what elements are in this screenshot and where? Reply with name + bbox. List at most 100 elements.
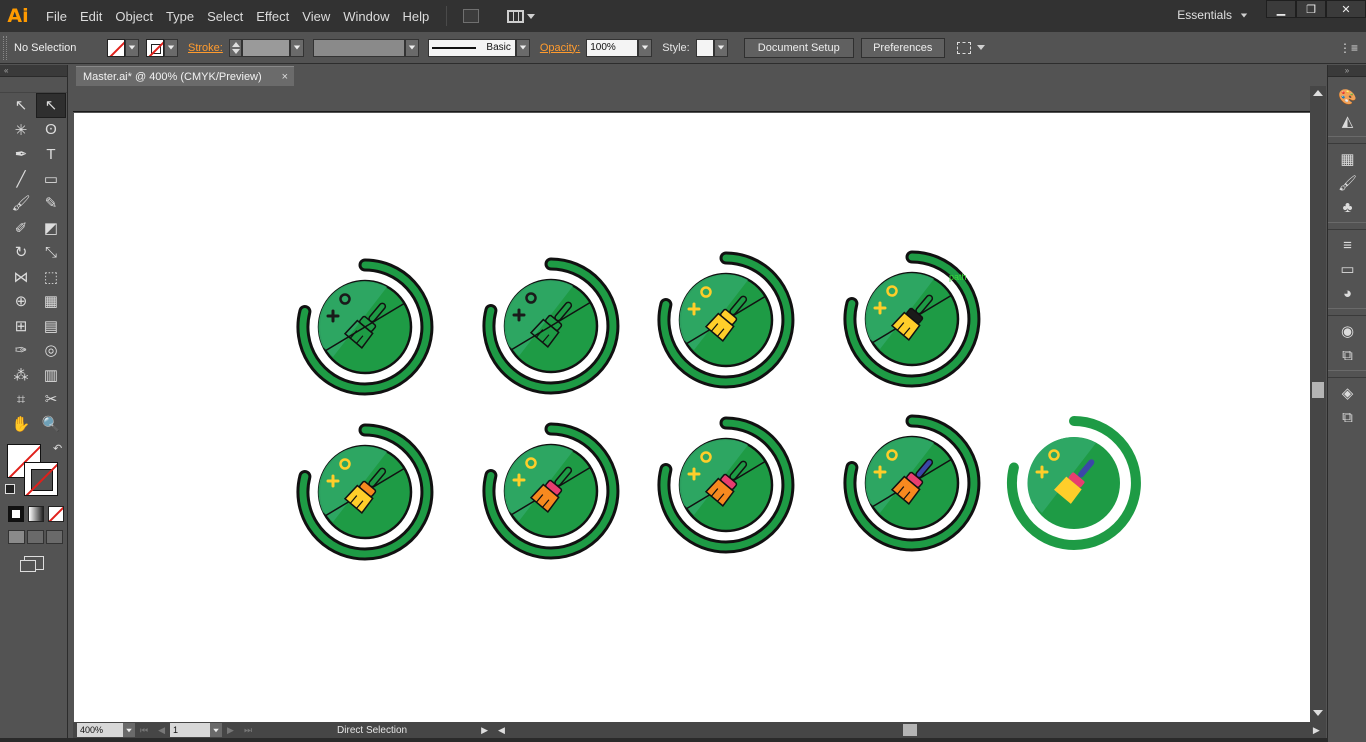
zoom-field[interactable]: 400% <box>77 723 123 737</box>
opacity-field[interactable]: 100% <box>586 38 639 57</box>
brush-definition-dropdown[interactable] <box>515 38 530 57</box>
stroke-label[interactable]: Stroke: <box>188 42 223 54</box>
blend-tool[interactable]: ◎ <box>36 338 66 363</box>
graphic-style-swatch[interactable] <box>695 38 714 57</box>
lasso-tool[interactable]: ʘ <box>36 118 66 143</box>
direct-selection-tool[interactable]: ↖ <box>36 93 66 118</box>
icon-step-5[interactable] <box>296 423 434 561</box>
rotate-tool[interactable]: ↻ <box>6 240 36 265</box>
stroke-dropdown[interactable] <box>164 38 178 57</box>
last-artboard-icon[interactable]: ⏭ <box>244 725 252 736</box>
artboard-dropdown[interactable] <box>210 723 223 737</box>
close-tab-icon[interactable]: × <box>282 71 288 83</box>
horizontal-scrollbar[interactable] <box>508 723 1309 737</box>
gradient-mode-button[interactable] <box>28 506 44 522</box>
perspective-grid-tool[interactable]: ▦ <box>36 289 66 314</box>
pen-tool[interactable]: ✒ <box>6 142 36 167</box>
draw-behind-button[interactable] <box>27 530 44 544</box>
appearance-icon[interactable]: ◉ <box>1328 319 1366 343</box>
dock-collapse[interactable]: » <box>1328 65 1366 77</box>
none-mode-button[interactable] <box>48 506 64 522</box>
layers-icon[interactable]: ◈ <box>1328 381 1366 405</box>
draw-normal-button[interactable] <box>8 530 25 544</box>
control-bar-grip[interactable] <box>3 35 7 60</box>
paintbrush-tool[interactable]: 🖌 <box>6 191 36 216</box>
minimize-button[interactable]: ▁ <box>1266 0 1296 18</box>
restore-button[interactable]: ❐ <box>1296 0 1326 18</box>
icon-final[interactable] <box>1006 416 1141 550</box>
preferences-button[interactable]: Preferences <box>860 37 945 58</box>
scroll-left-icon[interactable]: ◀ <box>498 725 505 736</box>
status-menu-arrow-icon[interactable]: ▶ <box>481 725 488 736</box>
menu-view[interactable]: View <box>302 9 341 24</box>
color-palette-icon[interactable]: 🎨 <box>1328 85 1366 109</box>
icon-step-3[interactable] <box>657 251 795 389</box>
workspace-switcher[interactable]: Essentials <box>1177 8 1248 22</box>
tools-panel-collapse[interactable]: « <box>0 65 67 77</box>
transparency-icon[interactable]: ◕ <box>1328 281 1366 305</box>
swatches-icon[interactable]: ▦ <box>1328 147 1366 171</box>
menu-effect[interactable]: Effect <box>256 9 300 24</box>
scroll-right-icon[interactable]: ▶ <box>1313 725 1320 736</box>
free-transform-tool[interactable]: ⬚ <box>36 265 66 290</box>
stroke-swatch[interactable] <box>146 38 164 57</box>
variable-width-profile[interactable] <box>312 38 405 57</box>
swap-fill-stroke-icon[interactable]: ↶ <box>53 442 62 455</box>
graphic-style-dropdown[interactable] <box>713 38 728 57</box>
current-tool-status[interactable]: Direct Selection <box>269 725 475 736</box>
screen-mode-icon[interactable] <box>20 556 44 572</box>
hand-tool[interactable]: ✋ <box>6 412 36 437</box>
gradient-icon[interactable]: ▭ <box>1328 257 1366 281</box>
column-graph-tool[interactable]: ▥ <box>36 363 66 388</box>
scroll-down-icon[interactable] <box>1313 710 1323 716</box>
brush-definition-field[interactable]: Basic <box>427 38 516 57</box>
gradient-tool[interactable]: ▤ <box>36 314 66 339</box>
fill-swatch[interactable] <box>107 38 125 57</box>
slice-tool[interactable]: ✂ <box>36 387 66 412</box>
type-tool[interactable]: T <box>36 142 66 167</box>
symbols-icon[interactable]: ♣ <box>1328 195 1366 219</box>
next-artboard-icon[interactable]: ▶ <box>227 725 234 736</box>
line-segment-tool[interactable]: ╱ <box>6 167 36 192</box>
menu-window[interactable]: Window <box>343 9 400 24</box>
stroke-weight-field[interactable] <box>241 38 290 57</box>
artboard-number-field[interactable]: 1 <box>170 723 211 737</box>
icon-step-8[interactable] <box>843 414 981 552</box>
scroll-up-icon[interactable] <box>1313 90 1323 96</box>
icon-step-7[interactable] <box>657 416 795 554</box>
panel-menu-icon[interactable]: ⋮≡ <box>1339 41 1358 55</box>
horizontal-scroll-thumb[interactable] <box>902 724 917 736</box>
menu-type[interactable]: Type <box>166 9 205 24</box>
fill-dropdown[interactable] <box>125 38 139 57</box>
menu-select[interactable]: Select <box>207 9 254 24</box>
icon-step-6[interactable] <box>482 422 620 560</box>
opacity-dropdown[interactable] <box>638 38 653 57</box>
color-guide-icon[interactable]: ◭ <box>1328 109 1366 133</box>
opacity-label[interactable]: Opacity: <box>540 42 580 54</box>
default-fill-stroke-icon[interactable] <box>5 484 15 494</box>
menu-help[interactable]: Help <box>402 9 440 24</box>
first-artboard-icon[interactable]: ⏮ <box>140 725 148 736</box>
previous-artboard-icon[interactable]: ◀ <box>158 725 165 736</box>
icon-step-2[interactable] <box>482 257 620 395</box>
rectangle-tool[interactable]: ▭ <box>36 167 66 192</box>
draw-inside-button[interactable] <box>46 530 63 544</box>
selection-tool[interactable]: ↖ <box>6 93 36 118</box>
arrange-documents-button[interactable] <box>507 9 536 23</box>
mesh-tool[interactable]: ⊞ <box>6 314 36 339</box>
width-tool[interactable]: ⋈ <box>6 265 36 290</box>
icon-step-1[interactable] <box>296 258 434 396</box>
shape-builder-tool[interactable]: ⊕ <box>6 289 36 314</box>
pencil-tool[interactable]: ✎ <box>36 191 66 216</box>
zoom-tool[interactable]: 🔍 <box>36 412 66 437</box>
artboards-icon[interactable]: ⧉ <box>1328 405 1366 429</box>
stroke-weight-dropdown[interactable] <box>289 38 304 57</box>
vertical-scroll-thumb[interactable] <box>1312 382 1324 398</box>
brushes-icon[interactable]: 🖌 <box>1328 171 1366 195</box>
scale-tool[interactable]: ⤡ <box>36 240 66 265</box>
close-window-button[interactable]: ✕ <box>1326 0 1366 18</box>
stroke-weight-stepper[interactable] <box>228 38 242 57</box>
magic-wand-tool[interactable]: ✳ <box>6 118 36 143</box>
document-setup-button[interactable]: Document Setup <box>743 37 854 58</box>
stroke-swatch-large[interactable] <box>24 462 58 496</box>
